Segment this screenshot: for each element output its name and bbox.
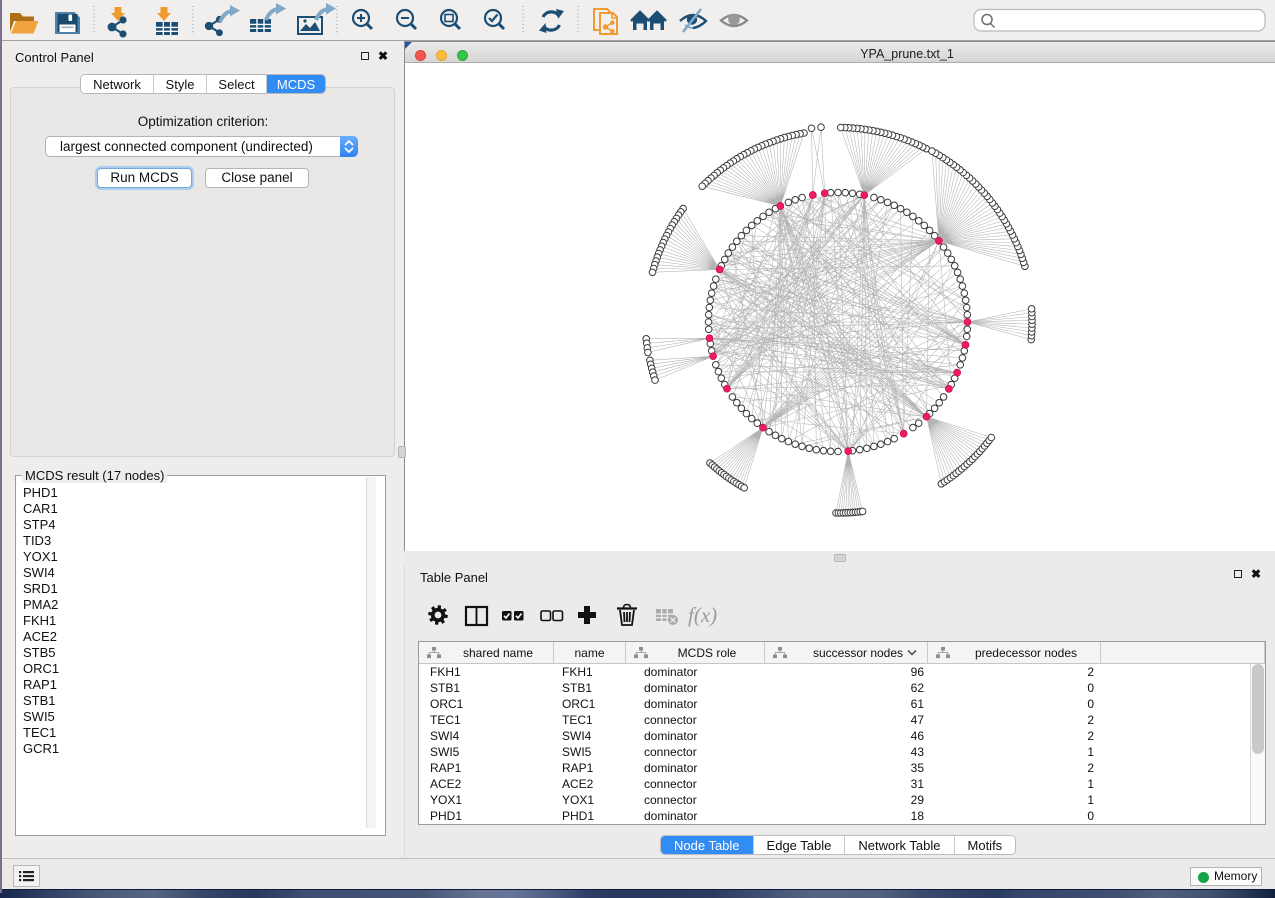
svg-text:f(x): f(x) [688,603,717,627]
